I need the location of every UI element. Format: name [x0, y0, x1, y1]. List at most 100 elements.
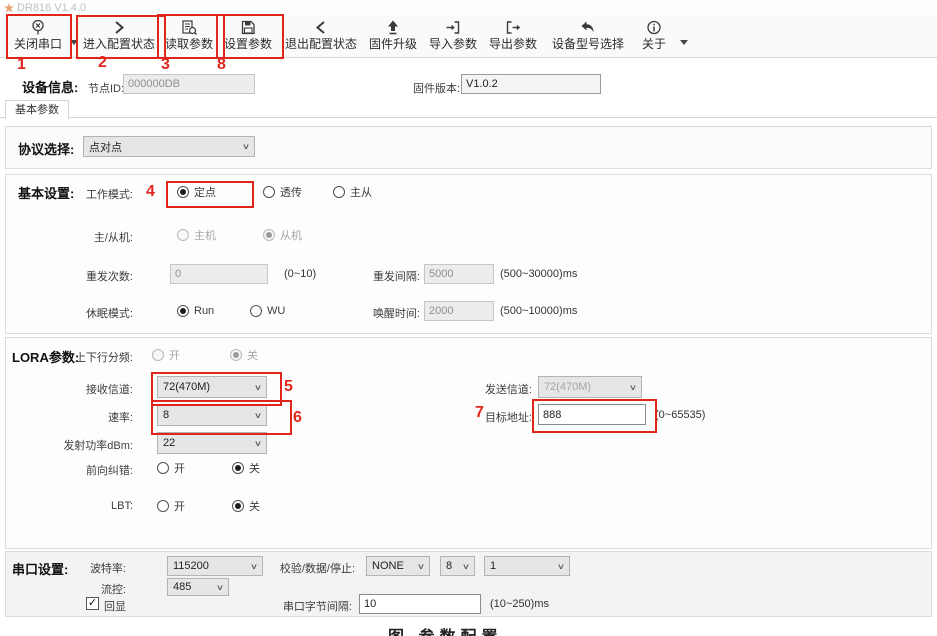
byte-interval-field[interactable]	[359, 594, 481, 614]
enter-config-label: 进入配置状态	[80, 36, 158, 52]
rate-label: 速率:	[10, 409, 133, 425]
app-window: DR816 V1.4.0 关闭串口 进入配置状态 读取参数	[0, 0, 937, 636]
slave-radio[interactable]: 从机	[263, 228, 302, 242]
resend-interval-field[interactable]	[424, 264, 494, 284]
exit-config-button[interactable]: 退出配置状态	[282, 18, 360, 55]
lbt-radio-on[interactable]: 开	[157, 499, 185, 513]
radio-icon	[232, 500, 244, 512]
target-address-field[interactable]	[538, 404, 646, 425]
chevron-down-icon: ∨	[254, 411, 262, 420]
close-serial-label: 关闭串口	[9, 36, 67, 52]
tab-basic-params[interactable]: 基本参数	[5, 100, 69, 119]
export-icon	[486, 19, 540, 36]
protocol-value: 点对点	[89, 139, 122, 155]
work-mode-radio-fixed[interactable]: 定点	[177, 185, 216, 199]
import-icon	[426, 19, 480, 36]
radio-icon	[157, 462, 169, 474]
radio-icon	[333, 186, 345, 198]
node-id-field[interactable]	[123, 74, 255, 94]
flow-control-dropdown[interactable]: 485 ∨	[167, 578, 229, 596]
work-mode-radio-master-slave[interactable]: 主从	[333, 185, 372, 199]
echo-label: 回显	[104, 598, 126, 614]
wake-time-field[interactable]	[424, 301, 494, 321]
read-params-icon	[161, 19, 217, 36]
figure-caption: 图 参数配置	[388, 623, 502, 636]
target-address-hint: (0~65535)	[655, 409, 705, 421]
serial-port-close-icon	[9, 19, 67, 36]
chevron-down-icon: ∨	[254, 383, 262, 392]
chevron-down-icon: ∨	[254, 439, 262, 448]
annotation-number-2: 2	[98, 55, 107, 71]
about-button[interactable]: 关于	[638, 18, 670, 55]
fec-radio-on[interactable]: 开	[157, 461, 185, 475]
tx-channel-value: 72(470M)	[544, 381, 591, 393]
set-params-label: 设置参数	[220, 36, 276, 52]
resend-count-label: 重发次数:	[10, 268, 133, 284]
sleep-mode-radio-wu[interactable]: WU	[250, 304, 285, 318]
sleep-mode-radio-run[interactable]: Run	[177, 304, 214, 318]
firmware-version-label: 固件版本:	[413, 80, 460, 96]
upload-arrow-icon	[366, 19, 420, 36]
stop-bits-value: 1	[490, 560, 496, 572]
master-radio[interactable]: 主机	[177, 228, 216, 242]
toolbar: 关闭串口 进入配置状态 读取参数 设置参数 退出配置状态	[0, 16, 937, 58]
radio-icon	[250, 305, 262, 317]
rate-dropdown[interactable]: 8 ∨	[157, 404, 267, 426]
firmware-upgrade-button[interactable]: 固件升级	[366, 18, 420, 55]
close-serial-button[interactable]: 关闭串口	[9, 18, 67, 55]
protocol-label: 协议选择:	[18, 139, 74, 158]
stop-bits-dropdown[interactable]: 1 ∨	[484, 556, 570, 576]
rx-channel-dropdown[interactable]: 72(470M) ∨	[157, 376, 267, 398]
info-icon	[638, 19, 670, 36]
radio-icon	[230, 349, 242, 361]
enter-config-button[interactable]: 进入配置状态	[80, 18, 158, 55]
echo-checkbox[interactable]: ✓	[86, 597, 99, 610]
node-id-label: 节点ID:	[88, 80, 124, 96]
radio-icon	[177, 229, 189, 241]
app-logo-icon	[4, 3, 14, 13]
annotation-number-1: 1	[17, 57, 26, 73]
read-params-button[interactable]: 读取参数	[161, 18, 217, 55]
parity-dropdown[interactable]: NONE ∨	[366, 556, 430, 576]
resend-count-field[interactable]	[170, 264, 268, 284]
save-icon	[220, 19, 276, 36]
chevron-down-icon: ∨	[417, 562, 425, 571]
radio-icon	[177, 305, 189, 317]
set-params-button[interactable]: 设置参数	[220, 18, 276, 55]
chevron-down-icon: ∨	[242, 142, 250, 151]
parity-value: NONE	[372, 560, 404, 572]
firmware-version-field[interactable]	[461, 74, 601, 94]
device-model-select-button[interactable]: 设备型号选择	[546, 18, 630, 55]
radio-icon	[157, 500, 169, 512]
device-info-title: 设备信息:	[22, 77, 78, 96]
work-mode-radio-transparent[interactable]: 透传	[263, 185, 302, 199]
exit-config-label: 退出配置状态	[282, 36, 360, 52]
export-params-button[interactable]: 导出参数	[486, 18, 540, 55]
master-slave-label: 主/从机:	[10, 229, 133, 245]
close-serial-dropdown-caret[interactable]	[70, 40, 78, 45]
updown-split-label: 上下行分频:	[10, 349, 133, 365]
updown-split-radio-on[interactable]: 开	[152, 348, 180, 362]
lbt-radio-off[interactable]: 关	[232, 499, 260, 513]
data-bits-dropdown[interactable]: 8 ∨	[440, 556, 475, 576]
tx-channel-dropdown[interactable]: 72(470M) ∨	[538, 376, 642, 398]
tx-power-dropdown[interactable]: 22 ∨	[157, 432, 267, 454]
import-params-label: 导入参数	[426, 36, 480, 52]
import-params-button[interactable]: 导入参数	[426, 18, 480, 55]
byte-interval-hint: (10~250)ms	[490, 598, 549, 610]
byte-interval-label: 串口字节间隔:	[232, 598, 352, 614]
rate-value: 8	[163, 409, 169, 421]
fec-radio-off[interactable]: 关	[232, 461, 260, 475]
fec-label: 前向纠错:	[10, 462, 133, 478]
radio-icon	[232, 462, 244, 474]
radio-icon	[152, 349, 164, 361]
device-model-select-label: 设备型号选择	[546, 36, 630, 52]
chevron-right-icon	[80, 19, 158, 36]
about-dropdown-caret[interactable]	[680, 40, 688, 45]
annotation-number-4: 4	[146, 184, 155, 200]
protocol-dropdown[interactable]: 点对点 ∨	[83, 136, 255, 157]
chevron-left-icon	[282, 19, 360, 36]
updown-split-radio-off[interactable]: 关	[230, 348, 258, 362]
export-params-label: 导出参数	[486, 36, 540, 52]
parity-data-stop-label: 校验/数据/停止:	[235, 560, 355, 576]
